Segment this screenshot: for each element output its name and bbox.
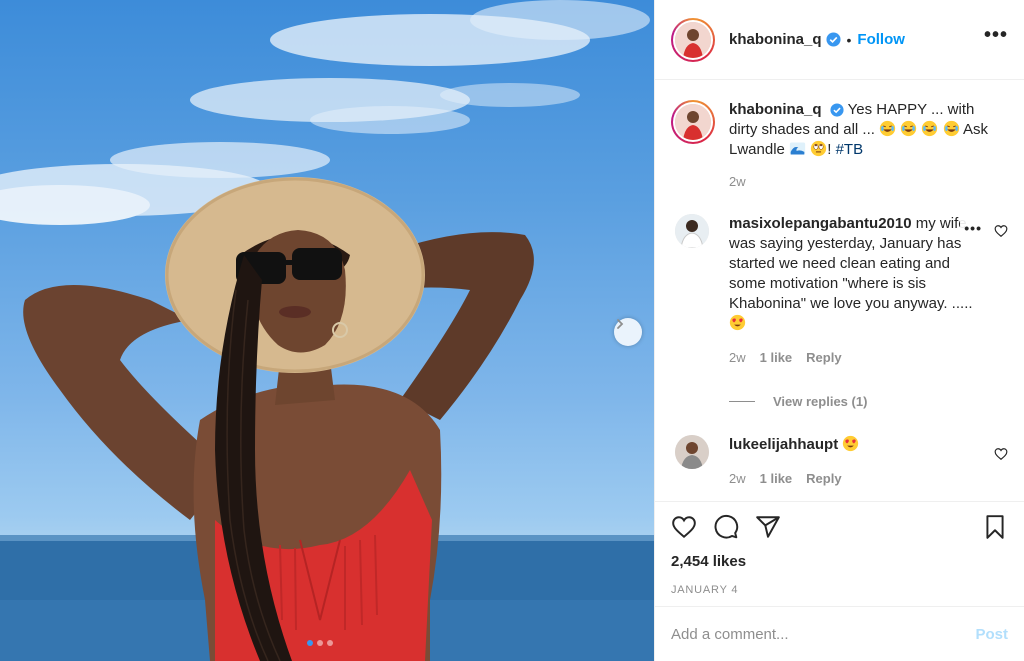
verified-badge-icon [825, 32, 841, 47]
comment-button[interactable] [713, 514, 739, 540]
comment-likes[interactable]: 1 like [760, 348, 793, 368]
caption-text-3: ! [827, 141, 832, 158]
comment-more-button[interactable]: ••• [960, 220, 986, 236]
like-button[interactable] [671, 514, 697, 540]
carousel-dot [327, 640, 333, 646]
commenter-avatar[interactable] [675, 435, 709, 469]
joy-emoji-icon [922, 120, 938, 137]
comment-meta: 2w 1 like Reply [729, 348, 984, 368]
comment-like-heart-icon[interactable] [994, 447, 1008, 461]
comment-item: lukeelijahhaupt 2w 1 like Reply [671, 435, 1008, 489]
commenter-username[interactable]: lukeelijahhaupt [729, 436, 838, 453]
carousel-dots [307, 640, 333, 646]
joy-emoji-icon [943, 120, 959, 137]
post-comment-button[interactable]: Post [975, 626, 1008, 643]
hashtag-link[interactable]: #TB [836, 141, 864, 158]
add-comment-bar: Post [655, 606, 1024, 661]
eyeroll-emoji-icon [811, 140, 827, 157]
heart-eyes-emoji-icon [729, 314, 746, 331]
caption-avatar[interactable] [671, 100, 715, 144]
comment-input[interactable] [671, 625, 976, 643]
comment-likes[interactable]: 1 like [760, 469, 793, 489]
post-actions: 2,454 likes JANUARY 4 [655, 501, 1024, 596]
more-options-button[interactable]: ••• [984, 24, 1008, 55]
caption-username[interactable]: khabonina_q [729, 101, 822, 118]
chevron-right-icon [617, 319, 624, 329]
joy-emoji-icon [879, 120, 896, 137]
carousel-dot [317, 640, 323, 646]
comment-icon [714, 514, 739, 539]
view-replies-button[interactable]: View replies (1) [729, 394, 1008, 409]
separator-dot: • [846, 31, 852, 48]
post-caption: khabonina_q Yes HAPPY ... with dirty sha… [671, 100, 1008, 192]
comment-meta: 2w 1 like Reply [729, 469, 984, 489]
reply-button[interactable]: Reply [806, 469, 841, 489]
share-icon [756, 516, 780, 538]
comment-time[interactable]: 2w [729, 469, 746, 489]
reply-button[interactable]: Reply [806, 348, 841, 368]
wave-emoji-icon [789, 142, 806, 155]
comment-time[interactable]: 2w [729, 348, 746, 368]
action-bar [671, 502, 1008, 552]
share-button[interactable] [755, 514, 781, 540]
avatar[interactable] [671, 17, 715, 62]
commenter-username[interactable]: masixolepangabantu2010 [729, 215, 912, 232]
commenter-avatar[interactable] [675, 214, 709, 248]
post-sidebar: khabonina_q • Follow ••• khabonina_q Yes… [654, 0, 1024, 661]
post-author-username[interactable]: khabonina_q [729, 31, 822, 48]
view-replies-label: View replies (1) [773, 394, 868, 409]
carousel-next-button[interactable] [614, 318, 642, 346]
save-button[interactable] [982, 514, 1008, 540]
bookmark-icon [986, 515, 1004, 539]
comment-like-heart-icon[interactable] [994, 224, 1008, 238]
replies-line [729, 401, 755, 402]
photo-illustration [0, 0, 654, 661]
verified-badge-icon [830, 103, 844, 117]
follow-button[interactable]: Follow [857, 31, 905, 48]
post-date[interactable]: JANUARY 4 [671, 584, 1008, 596]
caption-timestamp[interactable]: 2w [729, 172, 999, 192]
carousel-dot-active [307, 640, 313, 646]
post-photo[interactable] [0, 0, 654, 661]
heart-icon [672, 516, 696, 539]
post-header: khabonina_q • Follow ••• [655, 0, 1024, 80]
comment-item: masixolepangabantu2010 my wife was sayin… [671, 214, 1008, 368]
heart-eyes-emoji-icon [843, 435, 859, 452]
comments-list[interactable]: khabonina_q Yes HAPPY ... with dirty sha… [655, 81, 1024, 501]
likes-count[interactable]: 2,454 likes [671, 553, 1008, 570]
joy-emoji-icon [901, 120, 917, 137]
